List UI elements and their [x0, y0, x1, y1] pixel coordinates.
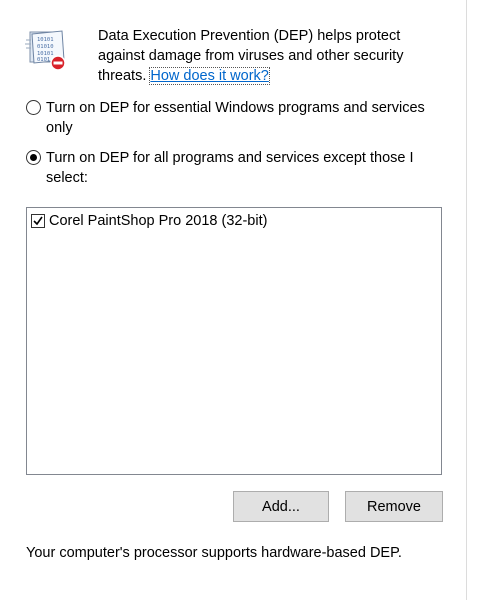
- svg-text:0101: 0101: [37, 57, 50, 63]
- svg-text:10101: 10101: [37, 37, 54, 43]
- checkbox-corel-paintshop[interactable]: [31, 214, 45, 228]
- remove-button[interactable]: Remove: [345, 491, 443, 522]
- radio-all-programs-except[interactable]: [26, 150, 41, 165]
- dep-settings-panel: 10101 01010 10101 0101 Data Execution Pr…: [0, 0, 467, 600]
- how-does-it-work-link[interactable]: How does it work?: [149, 67, 270, 85]
- option-all-programs-except-label[interactable]: Turn on DEP for all programs and service…: [46, 148, 446, 188]
- svg-text:01010: 01010: [37, 44, 54, 50]
- option-essential-programs[interactable]: Turn on DEP for essential Windows progra…: [24, 98, 444, 140]
- list-item-label: Corel PaintShop Pro 2018 (32-bit): [49, 213, 268, 229]
- dep-icon: 10101 01010 10101 0101: [24, 30, 68, 72]
- list-item[interactable]: Corel PaintShop Pro 2018 (32-bit): [31, 212, 267, 230]
- checkmark-icon: [33, 216, 43, 226]
- radio-essential-programs[interactable]: [26, 100, 41, 115]
- option-essential-programs-label[interactable]: Turn on DEP for essential Windows progra…: [46, 98, 446, 138]
- processor-support-status: Your computer's processor supports hardw…: [26, 545, 402, 561]
- dep-exceptions-list[interactable]: Corel PaintShop Pro 2018 (32-bit): [26, 207, 442, 475]
- add-button[interactable]: Add...: [233, 491, 329, 522]
- dep-description: Data Execution Prevention (DEP) helps pr…: [98, 26, 448, 86]
- option-all-programs-except[interactable]: Turn on DEP for all programs and service…: [24, 148, 444, 190]
